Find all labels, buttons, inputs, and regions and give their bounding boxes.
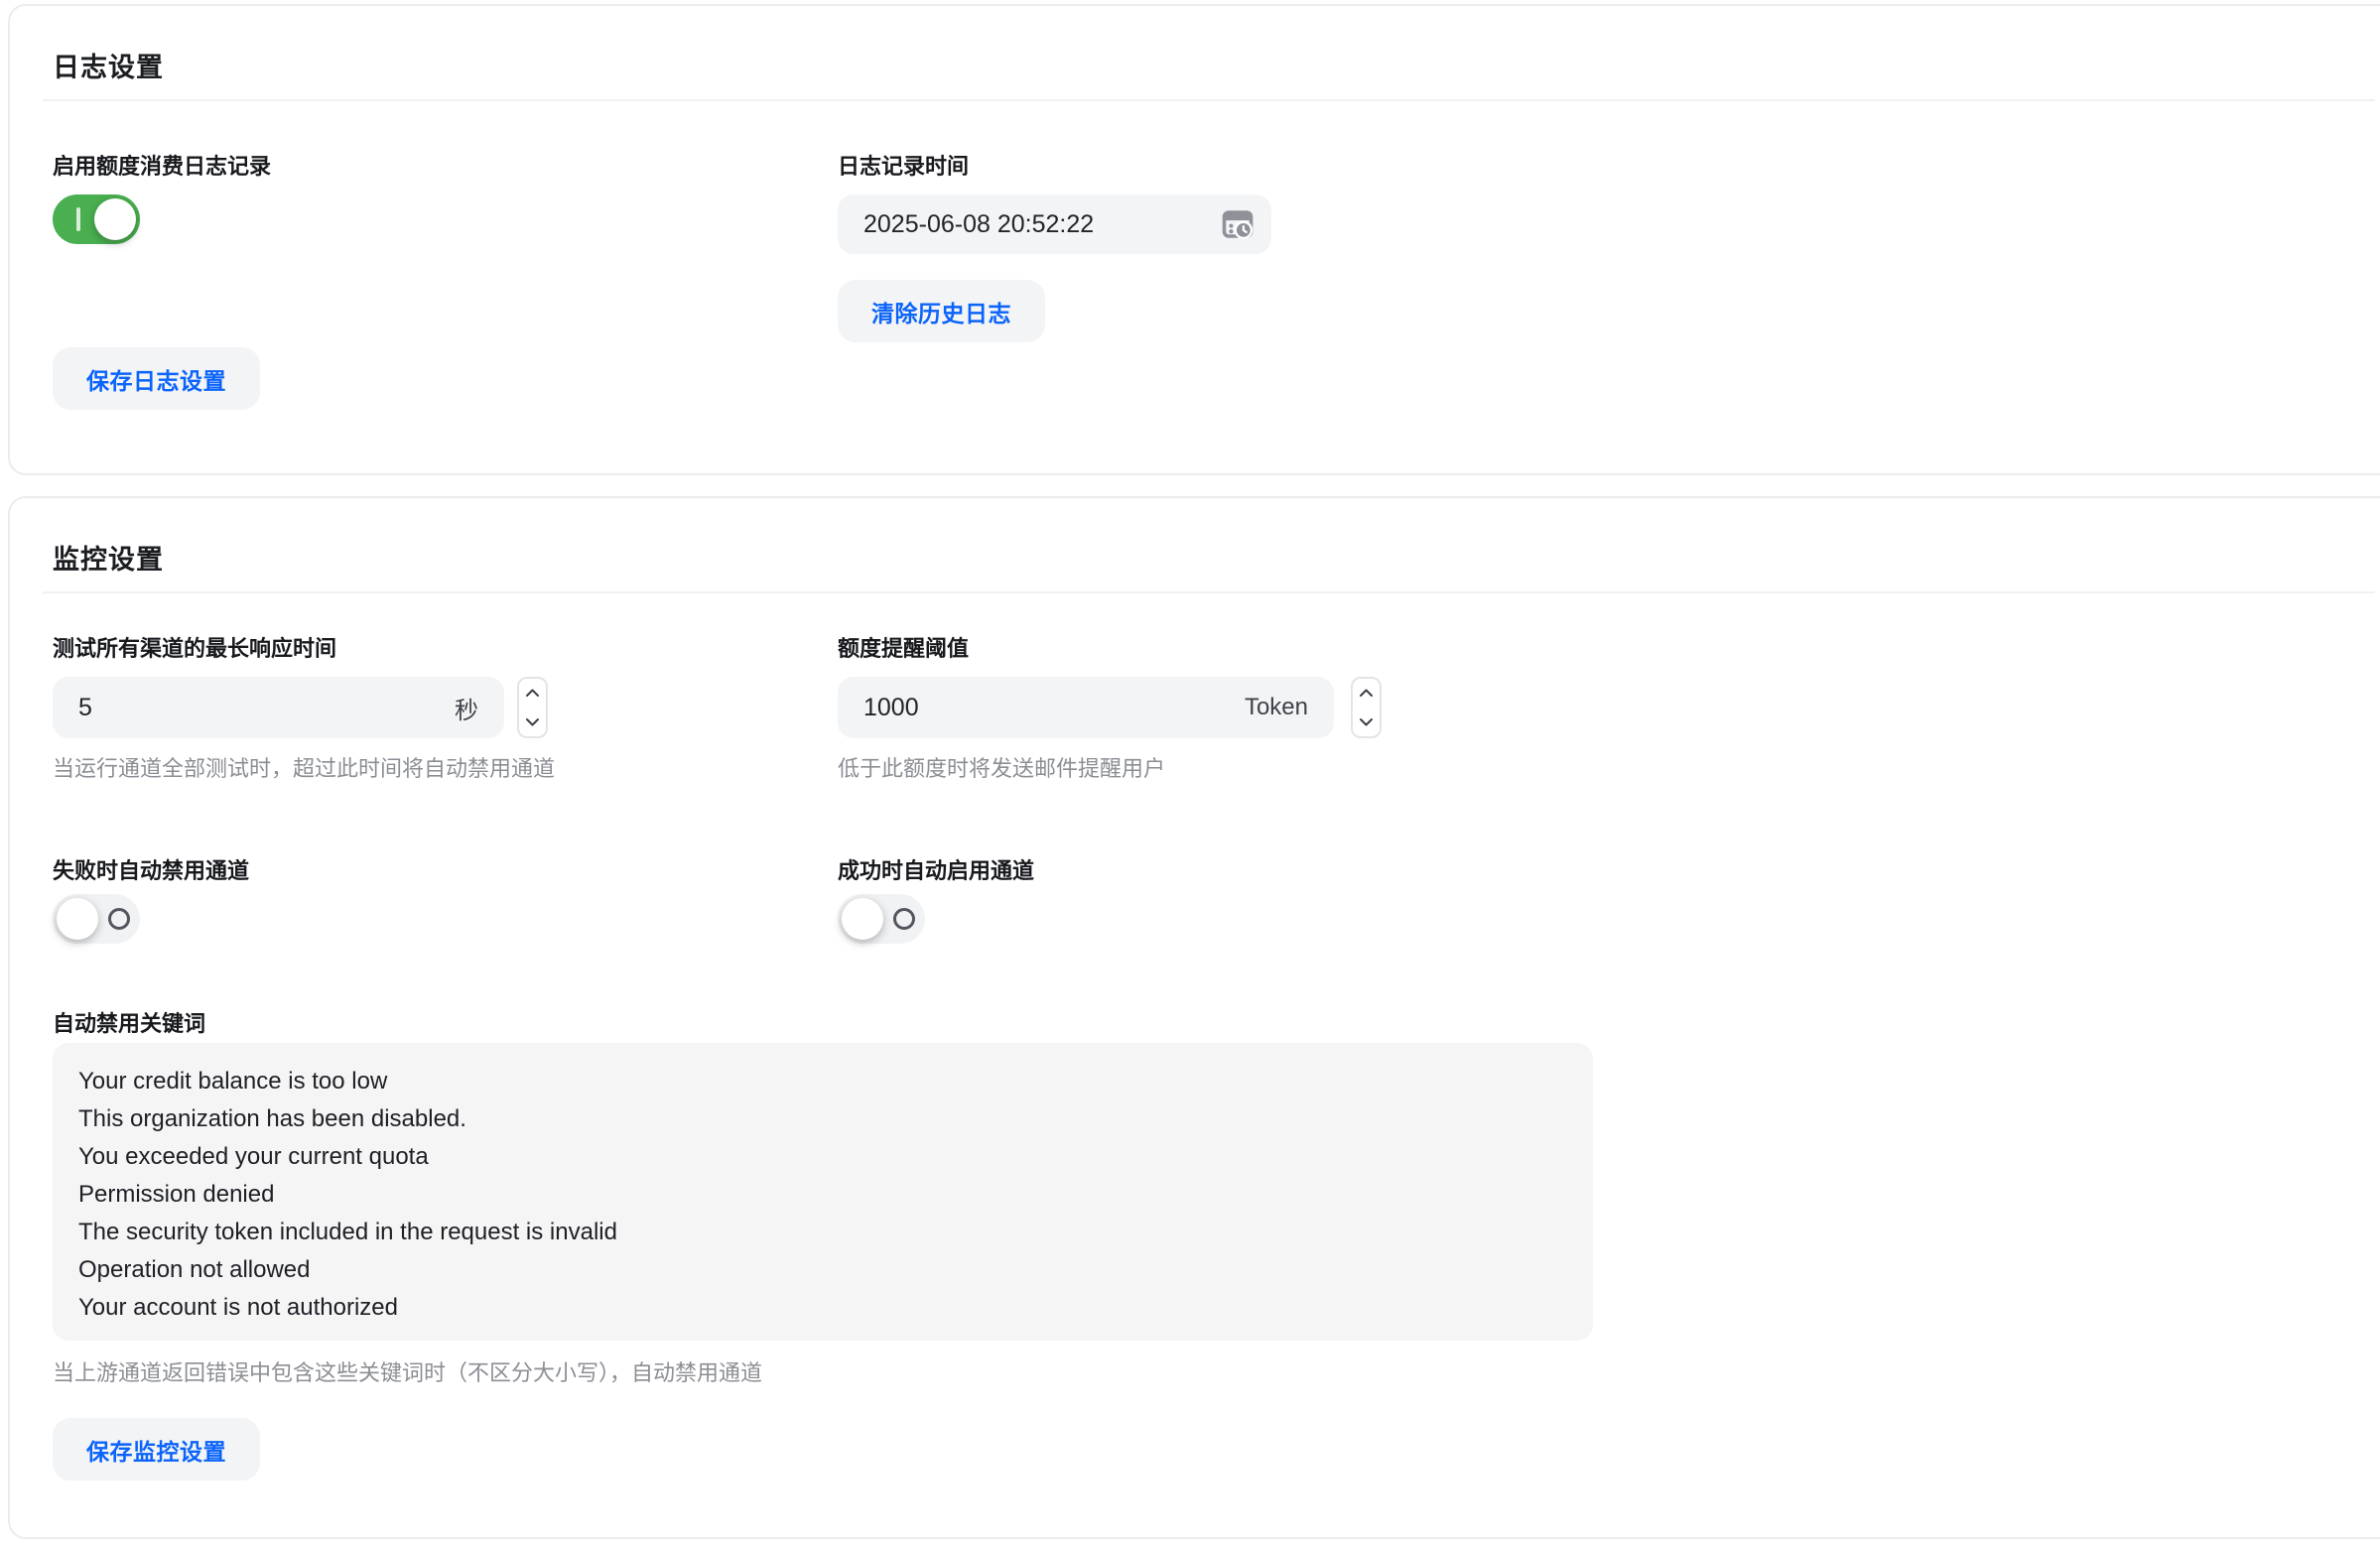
settings-page: 日志设置 启用额度消费日志记录 日志记录时间 <box>0 4 2380 1548</box>
stepper-up-icon[interactable] <box>1359 688 1374 698</box>
auto-enable-field: 成功时自动启用通道 <box>838 858 2365 944</box>
switch-knob <box>94 198 136 240</box>
response-timeout-input[interactable] <box>78 694 455 722</box>
switch-off-mark <box>108 908 130 930</box>
stepper-up-icon[interactable] <box>525 688 540 698</box>
quota-threshold-field: 额度提醒阈值 Token <box>838 636 2365 782</box>
log-time-input[interactable] <box>863 210 1220 239</box>
keywords-textarea[interactable]: Your credit balance is too low This orga… <box>53 1043 1593 1341</box>
auto-disable-field: 失败时自动禁用通道 <box>53 858 838 944</box>
response-timeout-label: 测试所有渠道的最长响应时间 <box>53 636 838 662</box>
response-timeout-helper: 当运行通道全部测试时，超过此时间将自动禁用通道 <box>53 756 838 782</box>
log-time-field: 日志记录时间 清除历史日志 <box>838 154 2365 342</box>
auto-enable-switch[interactable] <box>838 894 925 944</box>
monitor-settings-title: 监控设置 <box>53 542 2365 578</box>
auto-disable-label: 失败时自动禁用通道 <box>53 858 838 884</box>
token-suffix: Token <box>1245 694 1308 721</box>
monitor-settings-header: 监控设置 <box>43 498 2375 593</box>
quota-threshold-input-wrap: Token <box>838 677 1334 738</box>
log-settings-title: 日志设置 <box>53 50 2365 85</box>
auto-disable-switch[interactable] <box>53 894 140 944</box>
switch-knob <box>842 898 883 940</box>
log-settings-card: 日志设置 启用额度消费日志记录 日志记录时间 <box>8 4 2380 475</box>
quota-threshold-label: 额度提醒阈值 <box>838 636 2365 662</box>
log-settings-header: 日志设置 <box>43 6 2375 101</box>
clear-logs-button[interactable]: 清除历史日志 <box>838 280 1045 342</box>
save-log-settings-button[interactable]: 保存日志设置 <box>53 347 260 410</box>
timeout-stepper[interactable] <box>517 677 548 738</box>
log-time-picker[interactable] <box>838 194 1271 254</box>
stepper-down-icon[interactable] <box>1359 717 1374 727</box>
monitor-settings-card: 监控设置 测试所有渠道的最长响应时间 秒 <box>8 496 2380 1539</box>
quota-log-label: 启用额度消费日志记录 <box>53 154 838 180</box>
quota-threshold-input[interactable] <box>863 694 1245 722</box>
seconds-suffix: 秒 <box>455 691 478 725</box>
quota-threshold-helper: 低于此额度时将发送邮件提醒用户 <box>838 756 2365 782</box>
save-monitor-settings-button[interactable]: 保存监控设置 <box>53 1418 260 1481</box>
keywords-label: 自动禁用关键词 <box>53 1011 2365 1037</box>
quota-log-switch[interactable] <box>53 194 140 244</box>
keywords-helper: 当上游通道返回错误中包含这些关键词时（不区分大小写），自动禁用通道 <box>53 1360 2365 1386</box>
stepper-down-icon[interactable] <box>525 717 540 727</box>
threshold-stepper[interactable] <box>1351 677 1382 738</box>
auto-enable-label: 成功时自动启用通道 <box>838 858 2365 884</box>
quota-log-field: 启用额度消费日志记录 <box>53 154 838 244</box>
switch-knob <box>57 898 98 940</box>
response-timeout-input-wrap: 秒 <box>53 677 504 738</box>
switch-on-mark <box>76 207 80 231</box>
log-time-label: 日志记录时间 <box>838 154 2365 180</box>
calendar-clock-icon <box>1220 206 1256 242</box>
switch-off-mark <box>893 908 915 930</box>
response-timeout-field: 测试所有渠道的最长响应时间 秒 <box>53 636 838 782</box>
